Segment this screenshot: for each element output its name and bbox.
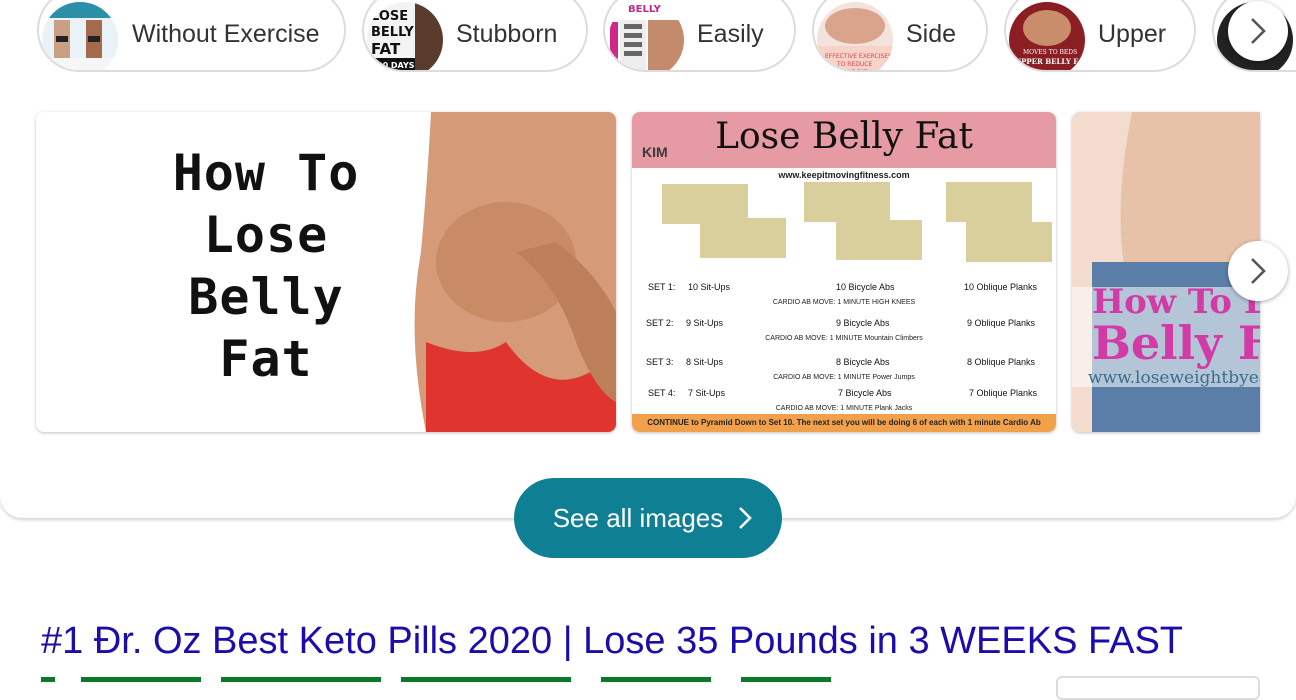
svg-text:20 DAYS: 20 DAYS [377,61,415,70]
chip-thumbnail-graphic [42,2,118,70]
set-exercise-a: 10 Sit-Ups [688,282,731,292]
svg-text:LOSE: LOSE [371,9,408,24]
image-result-2[interactable]: Lose Belly Fat KIM www.keepitmovingfitne… [632,112,1056,432]
chip-thumbnail-graphic: MOVES TO BEDS UPPER BELLY FAT [1015,10,1085,66]
chip-thumbnail: EFFECTIVE EXERCISES TO REDUCE SIDE FAT [817,2,893,70]
set-exercise-b: 8 Bicycle Abs [836,357,890,367]
svg-text:FAT: FAT [371,40,401,58]
svg-text:TO REDUCE: TO REDUCE [836,61,872,68]
set-exercise-c: 7 Oblique Planks [969,388,1038,398]
image-result-1[interactable]: How To Lose Belly Fat [36,112,616,432]
chevron-right-icon [1251,18,1266,44]
cardio-line: CARDIO AB MOVE: 1 MINUTE HIGH KNEES [772,299,916,306]
svg-text:MOVES TO BEDS: MOVES TO BEDS [1023,49,1077,56]
set-exercise-c: 9 Oblique Planks [967,318,1036,328]
svg-text:EFFECTIVE EXERCISES: EFFECTIVE EXERCISES [825,53,892,60]
search-result-thumbnail[interactable] [1056,676,1260,700]
set-exercise-a: 8 Sit-Ups [686,357,724,367]
svg-text:BELLY: BELLY [371,25,414,40]
svg-text:UPPER BELLY FAT: UPPER BELLY FAT [1015,57,1085,66]
set-exercise-c: 8 Oblique Planks [967,357,1036,367]
cardio-line: CARDIO AB MOVE: 1 MINUTE Power Jumps [773,374,915,381]
chip-thumbnail [42,2,118,70]
search-result-title[interactable]: #1 Đr. Oz Best Keto Pills 2020 | Lose 35… [41,620,1183,663]
exercise-photo [946,182,1032,222]
svg-text:BELLY: BELLY [628,4,662,15]
set-exercise-b: 10 Bicycle Abs [836,282,895,292]
tile3-url: www.loseweightbyeatin [1088,368,1260,388]
set-exercise-a: 7 Sit-Ups [688,388,726,398]
exercise-photo [700,218,786,258]
images-next-button[interactable] [1228,241,1288,301]
chip-thumbnail: MOVES TO BEDS UPPER BELLY FAT [1009,2,1085,70]
chart-footer: CONTINUE to Pyramid Down to Set 10. The … [632,414,1056,432]
exercise-photo [804,182,890,222]
chevron-right-icon [1251,258,1266,284]
chip-upper[interactable]: MOVES TO BEDS UPPER BELLY FAT Upper [1004,0,1196,72]
chip-thumbnail: LOSE BELLY FAT 20 DAYS [367,2,443,70]
chip-label: Without Exercise [132,20,320,48]
brand-logo: KIM [642,144,668,160]
chip-stubborn[interactable]: LOSE BELLY FAT 20 DAYS Stubborn [362,0,588,72]
set-label: SET 1: [648,282,676,292]
set-exercise-a: 9 Sit-Ups [686,318,724,328]
tile3-headline-line2: Belly Fa [1092,316,1260,370]
cardio-line: CARDIO AB MOVE: 1 MINUTE Mountain Climbe… [765,335,923,342]
chip-label: Stubborn [456,20,558,48]
exercise-photo [836,220,922,260]
chip-side[interactable]: EFFECTIVE EXERCISES TO REDUCE SIDE FAT S… [812,0,988,72]
chip-label: Upper [1098,20,1167,48]
search-result-url[interactable] [41,672,841,682]
set-exercise-b: 7 Bicycle Abs [838,388,892,398]
chart-title: Lose Belly Fat [715,116,973,157]
see-all-label: See all images [552,502,724,533]
url-line-fragment [41,677,831,682]
chip-label: Easily [697,20,764,48]
chips-next-button[interactable] [1228,1,1288,61]
tile1-headline: How To Lose Belly Fat [172,144,360,388]
chip-thumbnail-graphic: EFFECTIVE EXERCISES TO REDUCE SIDE FAT [817,8,893,70]
chip-without-exercise[interactable]: Without Exercise [37,0,346,72]
set-label: SET 3: [646,357,674,367]
chevron-right-icon [739,507,753,529]
chip-easily[interactable]: BELLY Easily [603,0,796,72]
chart-url: www.keepitmovingfitness.com [778,170,910,180]
see-all-images-button[interactable]: See all images [514,478,782,558]
set-exercise-c: 10 Oblique Planks [964,282,1038,292]
set-label: SET 2: [646,318,674,328]
chip-thumbnail-graphic: LOSE BELLY FAT 20 DAYS [371,2,443,70]
set-label: SET 4: [648,388,676,398]
chip-label: Side [906,20,957,48]
cardio-line: CARDIO AB MOVE: 1 MINUTE Plank Jacks [775,405,913,412]
set-exercise-b: 9 Bicycle Abs [836,318,890,328]
chip-thumbnail: BELLY [608,2,684,70]
chip-thumbnail-graphic: BELLY [610,2,684,70]
exercise-photo [966,222,1052,262]
